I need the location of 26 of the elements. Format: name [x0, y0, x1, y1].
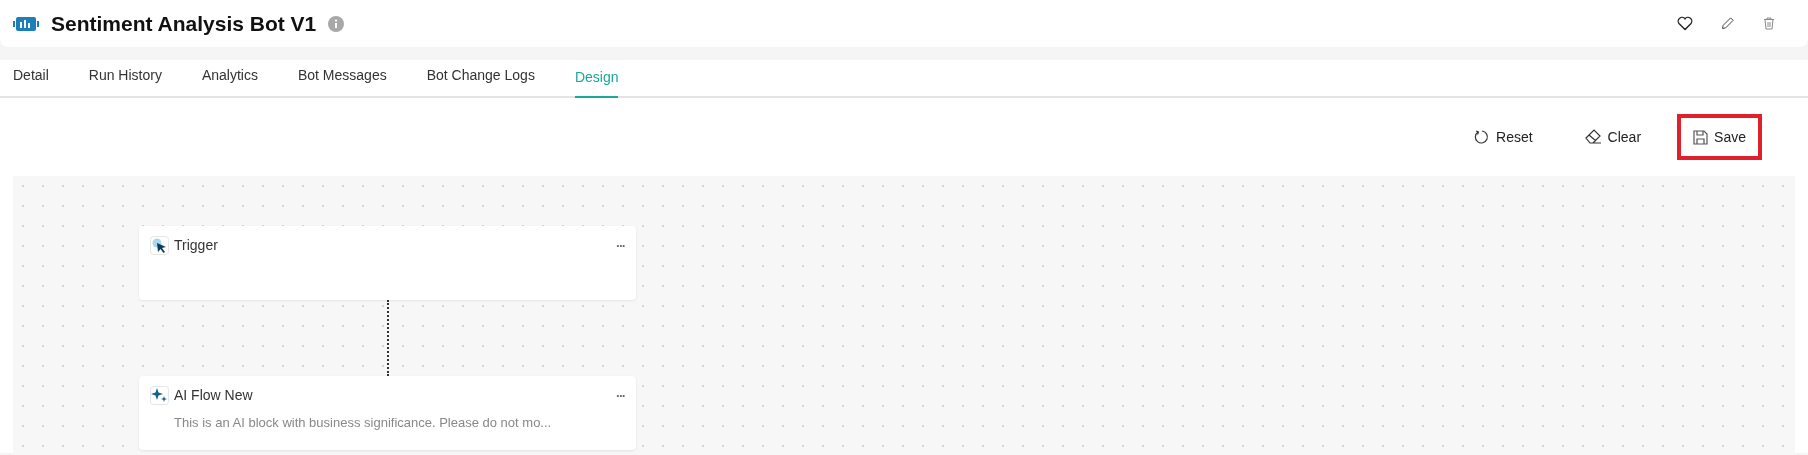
tab[interactable]: Run History [88, 65, 162, 96]
info-icon[interactable] [328, 15, 345, 32]
clear-button[interactable]: Clear [1568, 114, 1658, 160]
reset-button[interactable]: Reset [1458, 114, 1549, 160]
trash-icon[interactable] [1763, 17, 1775, 30]
pencil-icon[interactable] [1720, 16, 1735, 31]
tab[interactable]: Bot Messages [297, 65, 387, 96]
flow-node-card[interactable]: AI Flow New ••• This is an AI block with business significance. Please do not mo... [139, 376, 636, 450]
heart-icon[interactable] [1677, 16, 1693, 31]
page-title: Sentiment Analysis Bot V1 [51, 10, 317, 37]
tab[interactable]: Bot Change Logs [426, 65, 535, 96]
node-description: This is an AI block with business significance. Please do not mo... [174, 414, 552, 432]
more-menu-button[interactable]: ••• [616, 241, 625, 250]
save-icon [1693, 129, 1709, 145]
tab[interactable]: Detail [13, 65, 49, 96]
reset-icon [1474, 129, 1491, 145]
more-menu-button[interactable]: ••• [616, 391, 625, 400]
eraser-icon [1584, 129, 1602, 145]
cursor-click-icon [150, 236, 169, 255]
bar-chart-icon [13, 15, 39, 32]
flow-node-card[interactable]: Trigger ••• [139, 226, 636, 300]
tab[interactable]: Analytics [201, 65, 258, 96]
sparkle-icon [150, 386, 169, 405]
node-title: AI Flow New [174, 386, 253, 405]
node-title: Trigger [174, 236, 218, 255]
save-button[interactable]: Save [1677, 114, 1762, 160]
